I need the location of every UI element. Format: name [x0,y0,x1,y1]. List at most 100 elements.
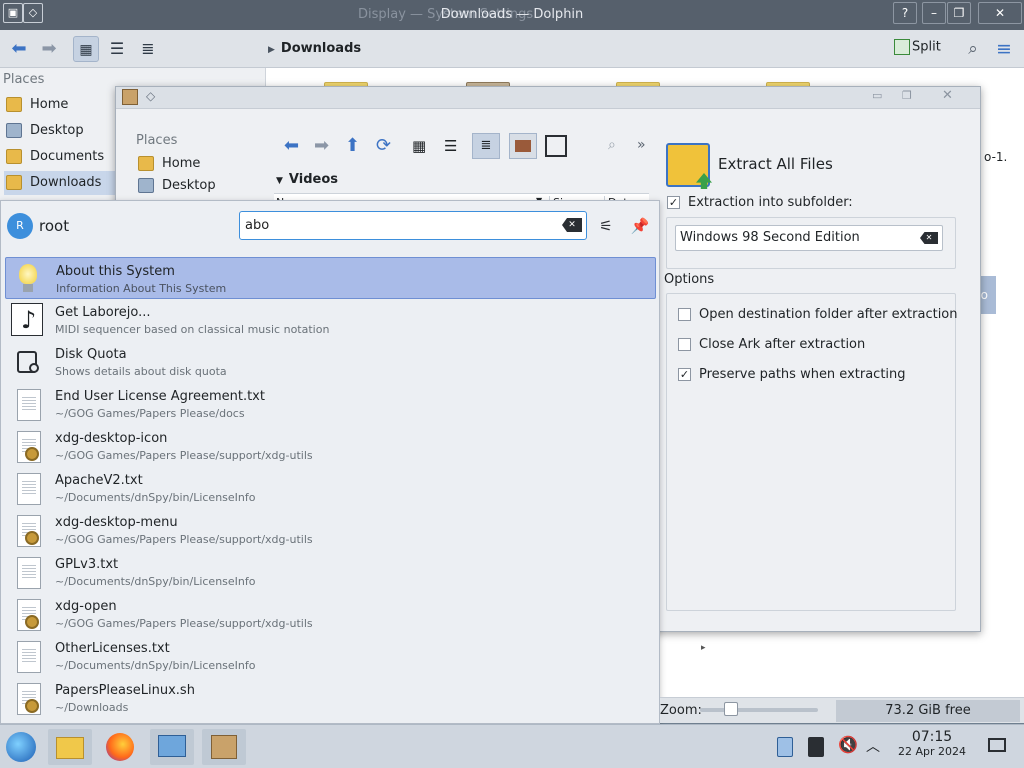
subfolder-value: Windows 98 Second Edition [680,230,860,245]
window-menu-icon[interactable]: ◇ [146,89,155,103]
breadcrumb-label: Downloads [280,41,362,56]
minimize-button[interactable]: – [922,2,946,24]
ark-titlebar: ◇ ▭ ❐ ✕ [116,87,980,109]
dolphin-task-icon[interactable] [48,729,92,765]
places-item-desktop[interactable]: Desktop [4,119,116,143]
result-subtitle: ~/GOG Games/Papers Please/docs [55,407,245,420]
hamburger-menu-icon[interactable]: ≡ [991,36,1017,62]
places-item-label: Documents [30,149,105,164]
result-title: ApacheV2.txt [55,473,143,488]
avatar[interactable]: R [7,213,33,239]
search-icon[interactable]: ⌕ [960,36,986,62]
configure-icon[interactable]: ⚟ [596,215,616,237]
details-view-icon[interactable]: ≣ [472,133,500,159]
text-file-icon [11,387,43,421]
maximize-button[interactable]: ❐ [947,2,971,24]
compact-view-icon[interactable]: ☰ [104,36,130,62]
preview-image-icon [515,140,531,152]
dolphin-toolbar: ⬅ ➡ ▦ ☰ ≣ ▶ Downloads Split ⌕ ≡ [0,30,1024,68]
zoom-slider[interactable] [700,708,818,712]
documents-folder-icon [6,149,22,164]
option-open-destination[interactable]: Open destination folder after extraction [678,307,958,322]
forward-icon[interactable]: ➡ [36,36,62,62]
result-item[interactable]: ApacheV2.txt ~/Documents/dnSpy/bin/Licen… [5,467,656,509]
free-space[interactable]: 73.2 GiB free [836,700,1020,722]
result-title: Disk Quota [55,347,127,362]
result-item[interactable]: PapersPleaseLinux.sh ~/Downloads [5,677,656,719]
result-item[interactable]: xdg-desktop-menu ~/GOG Games/Papers Plea… [5,509,656,551]
result-item[interactable]: About this System Information About This… [5,257,656,299]
ark-minimize-button[interactable]: ▭ [872,89,882,102]
ark-app-icon [122,89,138,105]
close-button[interactable]: ✕ [978,2,1022,24]
start-menu-icon[interactable] [0,729,44,765]
result-item[interactable]: Disk Quota Shows details about disk quot… [5,341,656,383]
result-item[interactable]: xdg-open ~/GOG Games/Papers Please/suppo… [5,593,656,635]
search-input[interactable] [239,211,587,240]
details-view-icon[interactable]: ≣ [135,36,161,62]
help-button[interactable]: ? [893,2,917,24]
scroll-right-icon[interactable]: ▸ [701,643,711,653]
up-icon[interactable]: ⬆ [345,135,360,156]
option-close-ark[interactable]: Close Ark after extraction [678,337,865,352]
places-item-downloads[interactable]: Downloads [4,171,116,195]
clock-time: 07:15 [911,729,953,745]
places-item-label: Desktop [162,178,216,193]
pin-icon[interactable]: 📌 [630,215,650,237]
forward-icon[interactable]: ➡ [314,135,329,156]
result-item[interactable]: xdg-desktop-icon ~/GOG Games/Papers Plea… [5,425,656,467]
breadcrumb[interactable]: ▶ Downloads [268,41,361,56]
places-header: Places [3,72,45,87]
ark-maximize-button[interactable]: ❐ [902,89,912,102]
places-item-documents[interactable]: Documents [4,145,116,169]
subfolder-label: Extraction into subfolder: [688,195,853,210]
notes-icon[interactable] [808,737,824,757]
back-icon[interactable]: ⬅ [284,135,299,156]
result-item[interactable]: End User License Agreement.txt ~/GOG Gam… [5,383,656,425]
green-arrow-icon [696,173,712,189]
split-button[interactable]: Split [894,39,941,55]
subfolder-checkbox[interactable]: ✓ Extraction into subfolder: [667,195,853,210]
result-subtitle: MIDI sequencer based on classical music … [55,323,330,336]
compact-view-icon[interactable]: ☰ [444,137,457,155]
option-preserve-paths[interactable]: ✓ Preserve paths when extracting [678,367,906,382]
back-icon[interactable]: ⬅ [6,36,32,62]
krunner-popup: R root ✕ ⚟ 📌 About this System Informati… [0,200,660,724]
result-subtitle: ~/Documents/dnSpy/bin/LicenseInfo [55,575,256,588]
window-title: Downloads — Dolphin [440,7,584,22]
ark-close-button[interactable]: ✕ [942,88,953,103]
clipboard-icon[interactable] [777,737,793,757]
checkbox-checked-icon: ✓ [678,368,691,381]
firefox-task-icon[interactable] [98,729,142,765]
ark-places-home[interactable]: Home [136,152,248,176]
zoom-slider-handle[interactable] [724,702,738,716]
zoom-icon[interactable]: ⌕ [608,137,616,153]
result-item[interactable]: OtherLicenses.txt ~/Documents/dnSpy/bin/… [5,635,656,677]
chevron-up-icon[interactable]: ︿ [866,736,880,756]
panel-toggle-icon[interactable] [545,135,567,157]
desktop-icon [138,178,154,193]
result-title: xdg-desktop-menu [55,515,178,530]
icons-view-icon[interactable]: ▦ [412,137,426,155]
subfolder-input[interactable]: Windows 98 Second Edition ✕ [675,225,943,251]
current-folder-label: Videos [288,172,339,187]
show-desktop-icon[interactable] [988,738,1006,752]
preview-toggle-icon[interactable] [509,133,537,159]
clock[interactable]: 07:15 22 Apr 2024 [892,729,972,758]
extract-panel: Extract All Files ✓ Extraction into subfo… [664,139,979,629]
result-item[interactable]: ♪ Get Laborejo... MIDI sequencer based o… [5,299,656,341]
icons-view-icon[interactable]: ▦ [73,36,99,62]
ark-task-icon[interactable] [202,729,246,765]
home-folder-icon [6,97,22,112]
ark-places-desktop[interactable]: Desktop [136,174,248,198]
current-folder[interactable]: ▼ Videos [276,172,338,187]
clear-field-icon[interactable]: ✕ [920,232,938,244]
reload-icon[interactable]: ⟳ [376,135,391,156]
volume-muted-icon[interactable]: 🔇 [838,735,858,754]
places-item-label: Home [30,97,69,112]
places-item-home[interactable]: Home [4,93,116,117]
system-settings-task-icon[interactable] [150,729,194,765]
status-bar: Zoom: 73.2 GiB free [660,697,1024,723]
more-tools-icon[interactable]: » [637,137,646,153]
result-item[interactable]: GPLv3.txt ~/Documents/dnSpy/bin/LicenseI… [5,551,656,593]
